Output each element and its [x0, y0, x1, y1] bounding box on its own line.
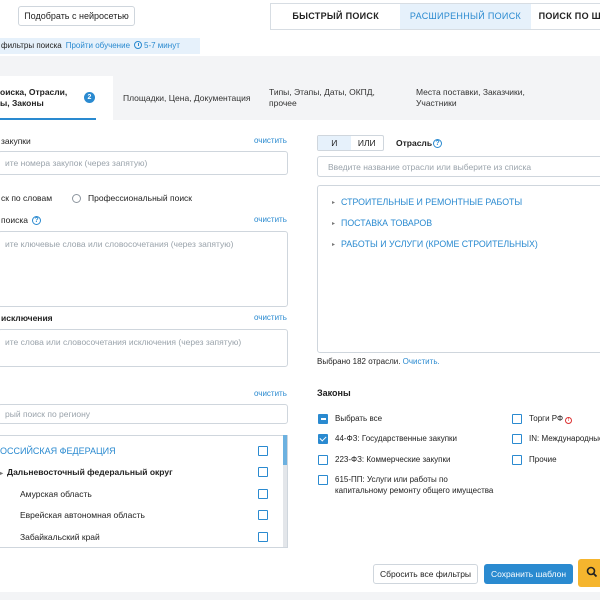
law-checkbox-other[interactable]: [512, 455, 522, 465]
tab-label-line2: ы, Законы: [0, 98, 44, 108]
tab-platforms-price-docs[interactable]: Площадки, Цена, Документация: [113, 76, 253, 120]
law-checkbox-international[interactable]: [512, 434, 522, 444]
help-icon[interactable]: ?: [32, 216, 41, 225]
law-label-615pp[interactable]: 615-ПП: Услуги или работы по: [335, 474, 448, 485]
tab-places-customers[interactable]: Места поставки, Заказчики, Участники: [410, 76, 560, 120]
region-item-russia[interactable]: ОССИЙСКАЯ ФЕДЕРАЦИЯ: [0, 446, 116, 456]
industry-construction[interactable]: ▸ СТРОИТЕЛЬНЫЕ И РЕМОНТНЫЕ РАБОТЫ: [332, 197, 522, 207]
region-checkbox-far-east[interactable]: [258, 467, 268, 477]
tab-label-line1: Типы, Этапы, Даты, ОКПД,: [269, 87, 375, 97]
neuro-select-button[interactable]: Подобрать с нейросетью: [18, 6, 135, 26]
region-checkbox-jewish[interactable]: [258, 510, 268, 520]
help-icon[interactable]: ?: [433, 139, 442, 148]
region-scrollbar[interactable]: [283, 435, 287, 547]
purchase-numbers-input[interactable]: ите номера закупок (через запятую): [0, 151, 288, 175]
industry-search-input[interactable]: Введите название отрасли или выберите из…: [317, 156, 600, 177]
save-template-button[interactable]: Сохранить шаблон: [484, 564, 573, 584]
tab-advanced-search[interactable]: РАСШИРЕННЫЙ ПОИСК: [400, 4, 531, 29]
filter-tabs: оиска, Отрасли, ы, Законы 2 Площадки, Це…: [0, 76, 600, 120]
region-item-amur[interactable]: Амурская область: [20, 489, 92, 499]
keywords-label: поиска: [1, 215, 28, 225]
chevron-right-icon: ▸: [332, 200, 336, 206]
law-label-615pp-line2[interactable]: капитальному ремонту общего имущества: [335, 485, 493, 496]
laws-title: Законы: [317, 388, 351, 398]
warning-icon: !: [565, 417, 573, 424]
law-label-international[interactable]: IN: Международные: [529, 433, 600, 444]
law-checkbox-223fz[interactable]: [318, 455, 328, 465]
industry-services[interactable]: ▸ РАБОТЫ И УСЛУГИ (КРОМЕ СТРОИТЕЛЬНЫХ): [332, 239, 538, 249]
clear-keywords[interactable]: очистить: [254, 215, 287, 224]
clock-icon: [134, 41, 143, 49]
and-or-toggle: И ИЛИ: [317, 135, 384, 151]
law-checkbox-44fz[interactable]: [318, 434, 328, 444]
clear-exclusions[interactable]: очистить: [254, 313, 287, 322]
info-bar: фильтры поиска Пройти обучение 5-7 минут: [0, 38, 200, 54]
law-checkbox-615pp[interactable]: [318, 475, 328, 485]
exclusions-textarea[interactable]: ите слова или словосочетания исключения …: [0, 329, 288, 367]
chevron-right-icon: ▸: [332, 242, 336, 248]
region-item-zabaykalsky[interactable]: Забайкальский край: [20, 532, 100, 542]
search-mode-tabs: БЫСТРЫЙ ПОИСК РАСШИРЕННЫЙ ПОИСК ПОИСК ПО…: [270, 3, 600, 30]
region-item-jewish[interactable]: Еврейская автономная область: [20, 510, 145, 520]
clear-purchase-numbers[interactable]: очистить: [254, 136, 287, 145]
law-label-torgi[interactable]: Торги РФ!: [529, 413, 573, 424]
clear-industries-link[interactable]: Очистить.: [403, 357, 440, 366]
region-item-far-east[interactable]: ▸ Дальневосточный федеральный округ: [0, 467, 173, 477]
top-bar: Подобрать с нейросетью БЫСТРЫЙ ПОИСК РАС…: [0, 0, 600, 34]
and-toggle[interactable]: И: [318, 136, 351, 150]
industry-goods[interactable]: ▸ ПОСТАВКА ТОВАРОВ: [332, 218, 432, 228]
chevron-right-icon: ▸: [332, 221, 336, 227]
tab-label-line2: прочее: [269, 98, 297, 108]
region-search-input[interactable]: рый поиск по региону: [0, 404, 288, 424]
tab-template-search[interactable]: ПОИСК ПО Ш: [531, 4, 600, 29]
tab-count-badge: 2: [84, 92, 95, 103]
search-icon: [586, 566, 598, 578]
region-checkbox-zabaykalsky[interactable]: [258, 532, 268, 542]
info-text: фильтры поиска: [1, 41, 62, 50]
tab-quick-search[interactable]: БЫСТРЫЙ ПОИСК: [271, 4, 400, 29]
law-label-all[interactable]: Выбрать все: [335, 413, 382, 424]
clear-region[interactable]: очистить: [254, 389, 287, 398]
purchase-numbers-label: закупки: [1, 136, 31, 146]
tab-types-stages-dates[interactable]: Типы, Этапы, Даты, ОКПД, прочее: [260, 76, 400, 120]
pro-search-label[interactable]: Профессиональный поиск: [88, 193, 192, 203]
tab-label-line2: Участники: [416, 98, 457, 108]
search-button[interactable]: [578, 559, 600, 587]
duration: 5-7 минут: [134, 41, 180, 50]
pro-search-radio[interactable]: [72, 194, 81, 203]
tab-label-line1: Площадки, Цена, Документация: [123, 93, 251, 103]
search-by-words-label[interactable]: ск по словам: [1, 193, 52, 203]
scrollbar-thumb[interactable]: [283, 435, 287, 465]
law-label-44fz[interactable]: 44-ФЗ: Государственные закупки: [335, 433, 457, 444]
training-link[interactable]: Пройти обучение: [66, 41, 130, 50]
law-label-other[interactable]: Прочие: [529, 454, 557, 465]
keywords-textarea[interactable]: ите ключевые слова или словосочетания (ч…: [0, 231, 288, 307]
tab-search-industries-laws[interactable]: оиска, Отрасли, ы, Законы 2: [0, 76, 113, 120]
selected-industries: Выбрано 182 отрасли. Очистить.: [317, 357, 440, 366]
law-label-223fz[interactable]: 223-ФЗ: Коммерческие закупки: [335, 454, 450, 465]
tab-label-line1: оиска, Отрасли,: [0, 87, 68, 97]
tab-label-line1: Места поставки, Заказчики,: [416, 87, 525, 97]
or-toggle[interactable]: ИЛИ: [351, 136, 384, 150]
law-checkbox-all[interactable]: [318, 414, 328, 424]
law-checkbox-torgi[interactable]: [512, 414, 522, 424]
industry-tree: [317, 185, 600, 353]
industry-label: Отрасль: [396, 138, 433, 148]
exclusions-label: исключения: [1, 313, 53, 323]
region-checkbox-russia[interactable]: [258, 446, 268, 456]
reset-filters-button[interactable]: Сбросить все фильтры: [373, 564, 478, 584]
region-checkbox-amur[interactable]: [258, 489, 268, 499]
